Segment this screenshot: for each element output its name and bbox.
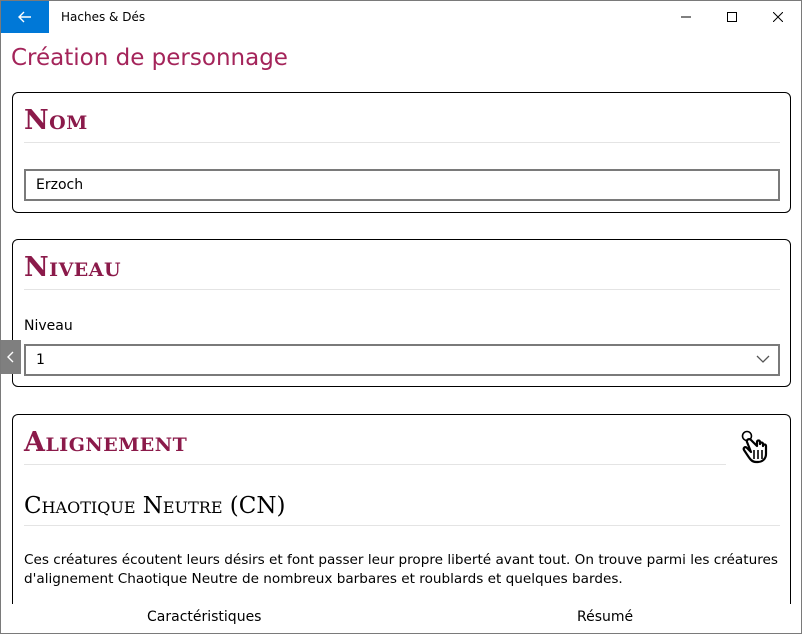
tab-caracteristiques[interactable]: Caractéristiques	[147, 609, 261, 625]
name-heading: Nom	[24, 105, 88, 136]
alignment-current-title: Chaotique Neutre (CN)	[24, 493, 286, 519]
level-divider	[24, 289, 780, 290]
name-card: Nom Erzoch	[12, 92, 791, 213]
bottom-navigation: Caractéristiques Résumé	[1, 604, 801, 633]
level-heading: Niveau	[24, 252, 122, 283]
maximize-icon	[727, 12, 737, 22]
level-select[interactable]: 1	[24, 344, 780, 376]
tab-resume[interactable]: Résumé	[577, 609, 633, 625]
page-title: Création de personnage	[11, 45, 288, 71]
alignment-subdivider	[24, 525, 780, 526]
name-divider	[24, 142, 780, 143]
close-button[interactable]	[755, 1, 801, 33]
chevron-down-icon	[756, 355, 770, 363]
name-input[interactable]: Erzoch	[24, 169, 780, 201]
level-label: Niveau	[24, 318, 73, 334]
alignment-divider	[24, 464, 726, 465]
minimize-button[interactable]	[663, 1, 709, 33]
app-title: Haches & Dés	[61, 10, 146, 24]
level-card: Niveau Niveau 1	[12, 239, 791, 387]
level-select-value: 1	[36, 352, 45, 368]
minimize-icon	[681, 16, 691, 18]
title-bar: Haches & Dés	[1, 1, 801, 33]
alignment-description: Ces créatures écoutent leurs désirs et f…	[24, 552, 778, 587]
alignment-heading: Alignement	[24, 427, 188, 458]
alignment-card: Alignement Chaotique Neutre (CN) Ces cré…	[12, 414, 791, 604]
chevron-left-icon	[7, 351, 14, 363]
pointing-hand-icon[interactable]	[741, 428, 775, 464]
back-button[interactable]	[1, 1, 49, 33]
close-icon	[773, 12, 783, 22]
arrow-left-icon	[18, 11, 31, 23]
previous-page-handle[interactable]	[1, 340, 21, 374]
maximize-button[interactable]	[709, 1, 755, 33]
